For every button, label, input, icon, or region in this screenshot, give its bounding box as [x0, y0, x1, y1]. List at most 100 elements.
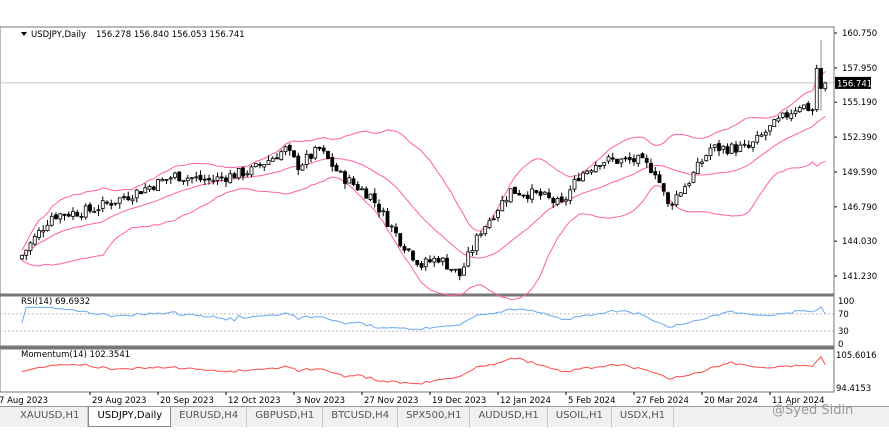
candle — [62, 213, 67, 216]
symbol-header: USDJPY,Daily — [31, 30, 86, 40]
candle — [258, 163, 262, 166]
candle — [423, 258, 428, 268]
pane-separator[interactable] — [0, 346, 834, 349]
candle — [45, 224, 50, 231]
candle — [385, 210, 390, 227]
price-tick-label: 152.390 — [842, 133, 877, 143]
candle — [398, 233, 403, 247]
candle — [810, 109, 815, 112]
tab-audusd-h1[interactable]: AUDUSD,H1 — [470, 407, 548, 427]
candle — [224, 177, 228, 182]
candle — [619, 158, 624, 164]
candle — [449, 268, 454, 271]
price-tick-label: 155.190 — [842, 98, 877, 108]
candle — [364, 188, 369, 199]
candle — [572, 178, 577, 190]
chart-area[interactable]: USDJPY,Daily 156.278 156.840 156.053 156.… — [0, 0, 889, 406]
candle — [134, 189, 139, 199]
candle — [117, 197, 122, 204]
candle — [296, 155, 301, 171]
rsi-level-label: 100 — [838, 297, 854, 307]
candle — [79, 216, 84, 218]
candle — [317, 146, 322, 150]
candle — [105, 201, 109, 204]
candle — [377, 203, 381, 213]
candle — [321, 147, 326, 152]
candle — [725, 146, 730, 154]
candle — [763, 131, 768, 136]
candle — [436, 257, 441, 263]
candle — [708, 147, 713, 157]
tab-gbpusd-h1[interactable]: GBPUSD,H1 — [247, 407, 324, 427]
candle — [96, 209, 101, 212]
tab-usdjpy-daily[interactable]: USDJPY,Daily — [88, 407, 172, 427]
rsi-pane — [0, 295, 835, 347]
time-tick-label: 3 Nov 2023 — [296, 396, 345, 406]
candle — [627, 157, 632, 161]
candle — [657, 174, 662, 183]
candle — [304, 154, 309, 165]
time-tick-label: 27 Feb 2024 — [636, 396, 689, 406]
tab-eurusd-h4[interactable]: EURUSD,H4 — [171, 407, 248, 427]
candle — [122, 196, 126, 199]
candle — [538, 191, 543, 196]
ohlc-values: 156.278 156.840 156.053 156.741 — [96, 30, 245, 40]
tab-spx500-h1[interactable]: SPX500,H1 — [398, 407, 471, 427]
candle — [674, 194, 679, 206]
candle — [228, 173, 233, 184]
candle — [355, 184, 360, 191]
candle — [483, 225, 488, 235]
candle — [721, 145, 726, 150]
candle — [100, 200, 105, 209]
candle — [381, 210, 386, 213]
candle — [164, 179, 169, 181]
candle — [432, 257, 437, 263]
pane-separator[interactable] — [0, 294, 834, 296]
candle — [504, 199, 509, 203]
candle — [759, 134, 764, 137]
candle — [143, 187, 148, 194]
candle — [156, 179, 160, 192]
candle — [704, 155, 709, 162]
tab-xauusd-h1[interactable]: XAUUSD,H1 — [12, 407, 89, 427]
candle — [746, 144, 751, 148]
candle — [168, 177, 173, 180]
candle — [695, 161, 700, 174]
candle — [219, 176, 224, 179]
current-price-label: 156.741 — [837, 79, 872, 89]
time-tick-label: 27 Nov 2023 — [364, 396, 418, 406]
time-tick-label: 12 Jan 2024 — [500, 396, 551, 406]
price-tick-label: 149.590 — [842, 168, 877, 178]
candle — [734, 144, 738, 153]
candle — [576, 177, 581, 182]
candle — [292, 150, 296, 158]
candle — [462, 266, 466, 276]
candle — [109, 203, 114, 206]
time-tick-label: 29 Aug 2023 — [92, 396, 146, 406]
tab-btcusd-h4[interactable]: BTCUSD,H4 — [323, 407, 399, 427]
tab-usoil-h1[interactable]: USOIL,H1 — [547, 407, 612, 427]
candle — [700, 161, 704, 164]
candle — [54, 214, 58, 219]
candle — [491, 218, 496, 221]
candle — [568, 189, 573, 201]
candle — [20, 254, 24, 260]
candle — [789, 113, 794, 119]
candle — [92, 210, 97, 213]
candle — [126, 196, 131, 201]
candle — [742, 143, 747, 146]
candle — [717, 143, 721, 152]
candle — [360, 188, 364, 191]
candle — [113, 202, 118, 205]
candle — [330, 156, 335, 167]
candle — [785, 112, 789, 118]
candle — [780, 112, 785, 118]
price-tick-label: 160.750 — [842, 29, 877, 39]
candle — [508, 188, 513, 203]
time-tick-label: 19 Dec 2023 — [432, 396, 486, 406]
tab-usdx-h1[interactable]: USDX,H1 — [611, 407, 675, 427]
candle — [245, 173, 250, 176]
candle — [487, 219, 492, 229]
candle — [738, 144, 743, 152]
candle — [419, 263, 424, 268]
